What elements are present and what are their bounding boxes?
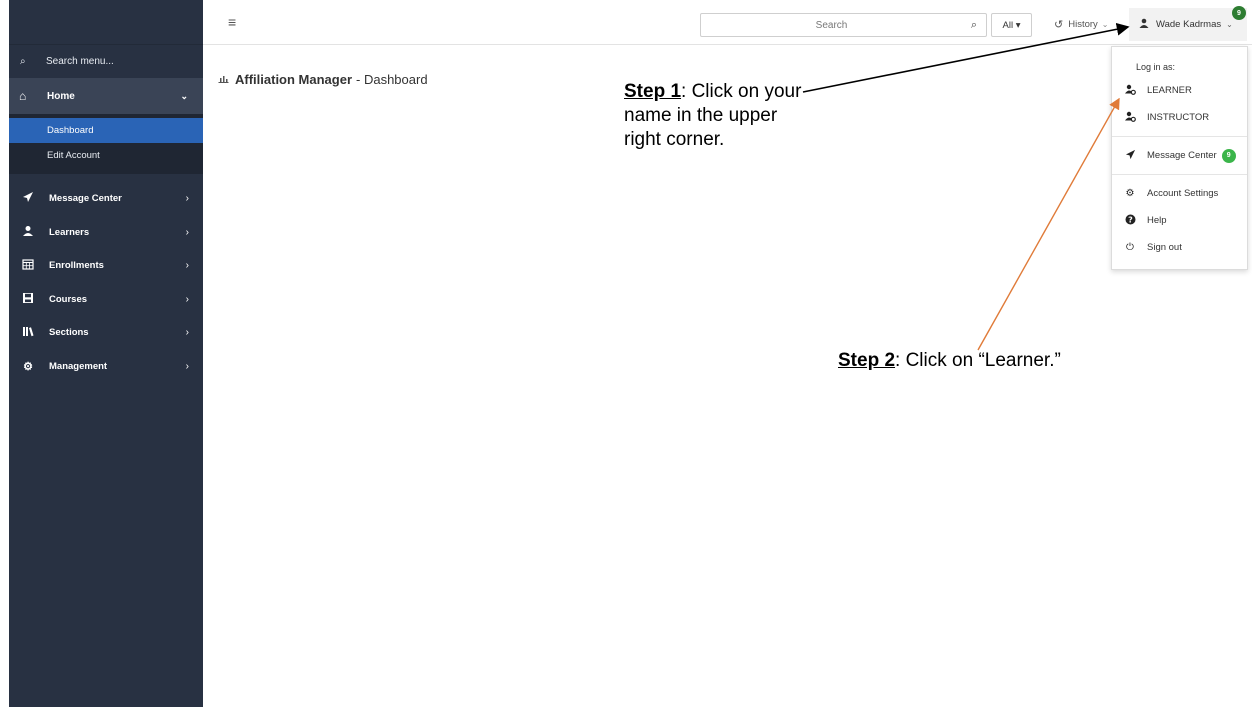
power-icon: ⏻ — [1126, 242, 1134, 253]
divider — [1112, 174, 1247, 175]
paper-plane-icon — [20, 191, 36, 206]
sidebar-item-management[interactable]: ⚙ Management › — [9, 350, 203, 384]
user-dropdown-menu: Log in as: LEARNER INSTRUCTOR Message Ce… — [1111, 46, 1248, 270]
sidebar-submenu: Dashboard Edit Account — [9, 114, 203, 174]
sidebar-item-sections[interactable]: Sections › — [9, 316, 203, 350]
user-menu-button[interactable]: Wade Kadrmas ⌄ 9 — [1129, 6, 1247, 41]
chevron-down-icon: ⌄ — [1226, 20, 1233, 29]
sidebar-item-message-center[interactable]: Message Center › — [9, 182, 203, 216]
sidebar-item-label: Sections — [49, 327, 89, 339]
dropdown-header: Log in as: — [1136, 62, 1176, 72]
sidebar-item-label: Learners — [49, 226, 90, 238]
search-icon: ⌕ — [20, 56, 26, 67]
login-as-instructor[interactable]: INSTRUCTOR — [1112, 104, 1247, 131]
dropdown-message-center[interactable]: Message Center 9 — [1112, 142, 1247, 169]
sidebar-item-learners[interactable]: Learners › — [9, 216, 203, 250]
chevron-right-icon: › — [185, 193, 189, 205]
paper-plane-icon — [1123, 149, 1137, 163]
dropdown-item-label: Sign out — [1147, 242, 1182, 253]
sidebar-header — [9, 0, 203, 45]
sidebar: ⌕ Search menu... ⌂ Home ⌄ Dashboard Edit… — [9, 0, 203, 707]
question-circle-icon: ? — [1123, 214, 1137, 228]
user-icon — [1139, 18, 1149, 31]
top-bar: ≡ ⌕ All ▾ ↺ History ⌄ Wade Kadrmas ⌄ 9 — [203, 0, 1252, 45]
history-label: History — [1068, 19, 1098, 30]
calendar-icon — [20, 258, 36, 273]
user-switch-icon — [1123, 111, 1137, 125]
chevron-right-icon: › — [185, 260, 189, 272]
search-input[interactable] — [701, 18, 962, 32]
sidebar-item-label: Management — [49, 360, 108, 372]
sidebar-subitem-dashboard[interactable]: Dashboard — [9, 118, 203, 143]
chevron-right-icon: › — [185, 226, 189, 238]
dropdown-item-label: Message Center — [1147, 150, 1217, 161]
search-scope-dropdown[interactable]: All ▾ — [991, 13, 1032, 37]
step2-annotation: Step 2: Click on “Learner.” — [838, 349, 1128, 373]
chevron-down-icon: ⌄ — [1101, 20, 1109, 29]
sidebar-search[interactable]: ⌕ Search menu... — [9, 45, 203, 78]
gear-icon: ⚙ — [23, 360, 33, 373]
library-icon — [20, 325, 36, 340]
page-title-section: - Dashboard — [356, 72, 428, 87]
step2-arrow — [977, 97, 1120, 351]
sidebar-item-courses[interactable]: Courses › — [9, 283, 203, 317]
gear-icon: ⚙ — [1125, 188, 1135, 199]
dropdown-sign-out[interactable]: ⏻ Sign out — [1112, 234, 1247, 261]
sidebar-subitem-edit-account[interactable]: Edit Account — [9, 143, 203, 168]
search-box: ⌕ — [700, 13, 987, 37]
chart-icon — [218, 73, 229, 86]
page-title-app: Affiliation Manager — [235, 72, 353, 87]
dropdown-account-settings[interactable]: ⚙ Account Settings — [1112, 180, 1247, 207]
divider — [1112, 136, 1247, 137]
hamburger-menu-icon[interactable]: ≡ — [228, 15, 236, 29]
dropdown-item-label: Account Settings — [1147, 188, 1219, 199]
history-icon: ↺ — [1054, 19, 1064, 31]
dropdown-help[interactable]: ? Help — [1112, 207, 1247, 234]
notification-badge: 9 — [1232, 6, 1246, 20]
step1-label: Step 1 — [624, 81, 682, 102]
sidebar-item-label: Message Center — [49, 193, 122, 205]
learner-icon — [20, 225, 36, 240]
login-as-learner[interactable]: LEARNER — [1112, 77, 1247, 104]
step1-annotation: Step 1: Click on your name in the upper … — [624, 80, 814, 152]
chevron-right-icon: › — [185, 360, 189, 372]
step2-text: : Click on “Learner.” — [895, 350, 1061, 371]
message-count-badge: 9 — [1221, 148, 1236, 163]
step2-label: Step 2 — [838, 350, 896, 371]
svg-text:?: ? — [1128, 215, 1133, 224]
chevron-right-icon: › — [185, 293, 189, 305]
sidebar-item-label: Enrollments — [49, 260, 104, 272]
floppy-icon — [20, 292, 36, 307]
chevron-right-icon: › — [185, 327, 189, 339]
sidebar-item-label: Home — [47, 90, 75, 102]
dropdown-item-label: Help — [1147, 215, 1167, 226]
sidebar-nav: Message Center › Learners › Enrollments … — [9, 174, 203, 383]
sidebar-item-enrollments[interactable]: Enrollments › — [9, 249, 203, 283]
history-button[interactable]: ↺ History ⌄ — [1054, 18, 1108, 31]
dropdown-item-label: INSTRUCTOR — [1147, 112, 1210, 123]
sidebar-item-label: Courses — [49, 293, 88, 305]
home-icon: ⌂ — [19, 89, 27, 103]
dropdown-item-label: LEARNER — [1147, 85, 1192, 96]
search-icon[interactable]: ⌕ — [962, 19, 986, 32]
user-name: Wade Kadrmas — [1156, 19, 1222, 30]
sidebar-item-home[interactable]: ⌂ Home ⌄ — [9, 78, 203, 114]
page-title: Affiliation Manager - Dashboard — [218, 72, 428, 87]
chevron-down-icon: ⌄ — [180, 90, 188, 101]
user-switch-icon — [1123, 84, 1137, 98]
sidebar-search-label: Search menu... — [46, 56, 114, 67]
